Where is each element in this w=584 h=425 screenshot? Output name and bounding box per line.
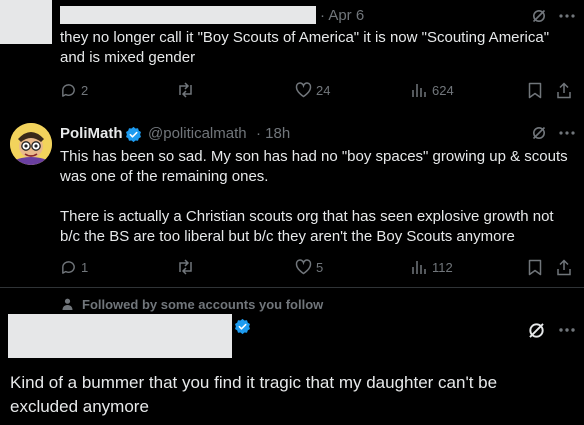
retweet-icon[interactable]: [175, 258, 195, 276]
more-options-icon[interactable]: [557, 320, 577, 340]
more-options-icon[interactable]: [557, 124, 577, 142]
tweet-2-text: This has been so sad. My son has had no …: [60, 147, 580, 247]
verified-badge-icon: [233, 317, 251, 335]
author-name-redacted[interactable]: [60, 6, 316, 24]
tweet-1-line-1: they no longer call it "Boy Scouts of Am…: [60, 29, 550, 46]
grok-icon[interactable]: [525, 319, 547, 341]
tweet-3-line-1: Kind of a bummer that you find it tragic…: [10, 373, 498, 392]
share-icon[interactable]: [555, 81, 573, 99]
tweet-2-line-3: There is actually a Christian scouts org…: [60, 208, 554, 225]
more-options-icon[interactable]: [557, 7, 577, 25]
bookmark-icon[interactable]: [527, 258, 543, 276]
divider: [0, 287, 584, 288]
grok-icon[interactable]: [530, 7, 548, 25]
tweet-2-line-4: b/c the BS are too liberal but b/c they …: [60, 228, 515, 245]
avatar-redacted[interactable]: [8, 314, 232, 358]
tweet-1-text: they no longer call it "Boy Scouts of Am…: [60, 28, 580, 68]
reply-icon[interactable]: [59, 258, 77, 276]
grok-icon[interactable]: [530, 124, 548, 142]
reply-icon[interactable]: [59, 81, 77, 99]
like-count: 5: [316, 260, 324, 275]
tweet-1-line-2: and is mixed gender: [60, 49, 196, 66]
like-icon[interactable]: [294, 81, 312, 99]
views-icon[interactable]: [410, 258, 428, 276]
verified-badge-icon: [124, 125, 142, 143]
share-icon[interactable]: [555, 258, 573, 276]
social-context-text: Followed by some accounts you follow: [82, 296, 324, 312]
bookmark-icon[interactable]: [527, 81, 543, 99]
tweet-3-text: Kind of a bummer that you find it tragic…: [10, 371, 580, 419]
reply-count: 2: [81, 83, 89, 98]
reply-count: 1: [81, 260, 89, 275]
tweet-date[interactable]: · Apr 6: [320, 7, 364, 24]
tweet-time[interactable]: · 18h: [256, 125, 290, 142]
views-icon[interactable]: [410, 81, 428, 99]
tweet-3-line-2: excluded anymore: [10, 397, 149, 416]
tweet-2-line-1: This has been so sad. My son has had no …: [60, 148, 568, 165]
tweet-2-line-2: was one of the remaining ones.: [60, 168, 269, 185]
avatar-illustration: [10, 123, 52, 165]
social-context[interactable]: Followed by some accounts you follow: [60, 296, 323, 312]
retweet-icon[interactable]: [175, 81, 195, 99]
author-handle[interactable]: @politicalmath: [148, 125, 247, 142]
person-icon: [60, 297, 74, 311]
author-name[interactable]: PoliMath: [60, 125, 123, 142]
like-count: 24: [316, 83, 331, 98]
view-count: 112: [432, 260, 453, 275]
tweet-2-avatar[interactable]: [10, 123, 52, 165]
avatar-redacted[interactable]: [0, 0, 52, 44]
like-icon[interactable]: [294, 258, 312, 276]
view-count: 624: [432, 83, 454, 98]
